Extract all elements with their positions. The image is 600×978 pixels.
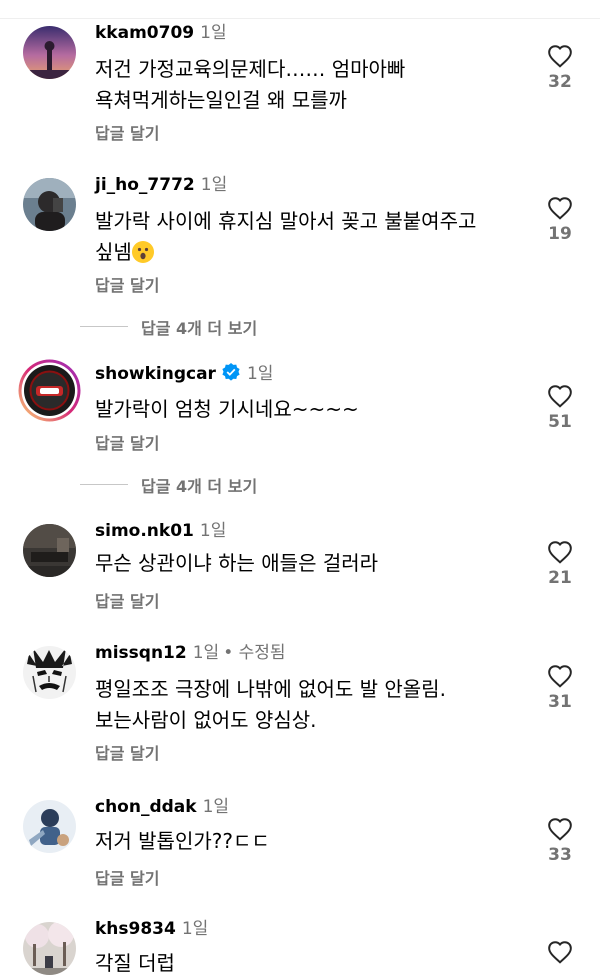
comment-username[interactable]: chon_ddak [95, 797, 197, 817]
comment-username[interactable]: missqn12 [95, 643, 187, 663]
top-divider [0, 18, 600, 19]
comment-text: 발가락이 엄청 기시네요~~~~ [95, 394, 535, 425]
heart-icon [548, 818, 572, 841]
like-count: 21 [548, 568, 572, 588]
cartoon-avatar-icon [23, 800, 76, 853]
like-count: 19 [548, 224, 572, 244]
comment-line: 발가락이 엄청 기시네요~~~~ [95, 397, 359, 421]
like-button[interactable]: 51 [540, 384, 580, 432]
comment-item: khs9834 1일 각질 더럽 [0, 918, 600, 978]
comment-line: 싶넴 [95, 237, 535, 268]
comment-line: 보는사람이 없어도 양심상. [95, 708, 317, 732]
like-count: 31 [548, 692, 572, 712]
user-avatar-story-ring[interactable] [18, 359, 81, 422]
comment-text: 발가락 사이에 휴지심 말아서 꽂고 불붙여주고 싶넴 [95, 206, 535, 268]
user-avatar[interactable] [23, 922, 76, 975]
heart-icon [548, 541, 572, 564]
like-count: 51 [548, 412, 572, 432]
sunset-avatar-icon [23, 26, 76, 79]
user-avatar[interactable] [23, 524, 76, 577]
comment-username[interactable]: ji_ho_7772 [95, 175, 195, 195]
comment-meta: simo.nk01 1일 [95, 520, 226, 542]
comment-text: 각질 더럽 [95, 948, 535, 978]
view-more-replies-label: 답글 4개 더 보기 [141, 319, 258, 338]
like-count: 33 [548, 845, 572, 865]
view-more-replies-label: 답글 4개 더 보기 [141, 477, 258, 496]
reply-button[interactable]: 답글 달기 [95, 430, 159, 454]
reply-thread-line [80, 484, 128, 485]
comment-meta: showkingcar 1일 [95, 362, 273, 388]
like-button[interactable]: 31 [540, 664, 580, 712]
comment-time: 1일 [199, 521, 227, 541]
reply-button[interactable]: 답글 달기 [95, 740, 159, 764]
heart-icon [548, 665, 572, 688]
comment-time: 1일 [202, 797, 230, 817]
comment-username[interactable]: khs9834 [95, 919, 176, 939]
comment-meta: missqn12 1일 • 수정됨 [95, 642, 286, 664]
comment-username[interactable]: simo.nk01 [95, 521, 194, 541]
comment-item: missqn12 1일 • 수정됨 평일조조 극장에 나밖에 없어도 발 안올림. … [0, 642, 600, 782]
like-button[interactable] [540, 940, 580, 964]
comment-item: simo.nk01 1일 무슨 상관이냐 하는 애들은 걸러라 답글 달기 21 [0, 520, 600, 620]
heart-icon [548, 45, 572, 68]
heart-icon [548, 197, 572, 220]
reply-button[interactable]: 답글 달기 [95, 865, 159, 889]
comment-time: 1일 [192, 643, 220, 663]
cherry-blossom-avatar-icon [23, 922, 76, 975]
edited-label: • 수정됨 [223, 643, 286, 663]
comment-item: ji_ho_7772 1일 발가락 사이에 휴지심 말아서 꽂고 불붙여주고 싶넴… [0, 174, 600, 304]
heart-icon [548, 941, 572, 964]
comment-username[interactable]: showkingcar [95, 364, 216, 384]
heart-icon [548, 385, 572, 408]
surprised-face-emoji-icon [131, 241, 154, 263]
comment-time: 1일 [181, 919, 209, 939]
user-avatar[interactable] [23, 800, 76, 853]
like-button[interactable]: 19 [540, 196, 580, 244]
comment-text: 저건 가정교육의문제다…… 엄마아빠 욕쳐먹게하는일인걸 왜 모를까 [95, 54, 535, 116]
comment-time: 1일 [200, 175, 228, 195]
like-button[interactable]: 32 [540, 44, 580, 92]
comment-line: 욕쳐먹게하는일인걸 왜 모를까 [95, 88, 347, 112]
manga-face-avatar-icon [23, 646, 76, 699]
user-avatar[interactable] [23, 178, 76, 231]
comment-line: 각질 더럽 [95, 951, 175, 975]
comment-line: 저건 가정교육의문제다…… 엄마아빠 [95, 57, 406, 81]
reply-button[interactable]: 답글 달기 [95, 120, 159, 144]
comment-line: 발가락 사이에 휴지심 말아서 꽂고 불붙여주고 [95, 209, 477, 233]
comment-meta: khs9834 1일 [95, 918, 208, 940]
comment-item: showkingcar 1일 발가락이 엄청 기시네요~~~~ 답글 달기 51 [0, 359, 600, 462]
comment-time: 1일 [200, 23, 227, 43]
comment-meta: kkam0709 1일 [95, 22, 227, 44]
like-button[interactable]: 33 [540, 817, 580, 865]
comment-text: 무슨 상관이냐 하는 애들은 걸러라 [95, 548, 535, 579]
user-avatar[interactable] [23, 646, 76, 699]
user-avatar[interactable] [23, 26, 76, 79]
car-logo-avatar-icon [18, 359, 81, 422]
comment-username[interactable]: kkam0709 [95, 23, 194, 43]
comment-line: 무슨 상관이냐 하는 애들은 걸러라 [95, 551, 379, 575]
room-avatar-icon [23, 524, 76, 577]
reply-thread-line [80, 326, 128, 327]
comment-line: 평일조조 극장에 나밖에 없어도 발 안올림. [95, 677, 446, 701]
reply-button[interactable]: 답글 달기 [95, 272, 159, 296]
like-button[interactable]: 21 [540, 540, 580, 588]
comment-text: 평일조조 극장에 나밖에 없어도 발 안올림. 보는사람이 없어도 양심상. [95, 674, 535, 736]
comment-meta: chon_ddak 1일 [95, 796, 229, 818]
person-selfie-avatar-icon [23, 178, 76, 231]
comment-line: 저거 발톱인가??ㄷㄷ [95, 829, 270, 853]
comment-time: 1일 [246, 364, 274, 384]
comment-item: kkam0709 1일 저건 가정교육의문제다…… 엄마아빠 욕쳐먹게하는일인걸 … [0, 22, 600, 172]
comment-meta: ji_ho_7772 1일 [95, 174, 227, 196]
verified-badge-icon [221, 362, 241, 388]
like-count: 32 [548, 72, 572, 92]
comment-item: chon_ddak 1일 저거 발톱인가??ㄷㄷ 답글 달기 33 [0, 796, 600, 896]
comment-line-text: 싶넴 [95, 240, 132, 264]
comment-text: 저거 발톱인가??ㄷㄷ [95, 826, 535, 857]
reply-button[interactable]: 답글 달기 [95, 588, 159, 612]
